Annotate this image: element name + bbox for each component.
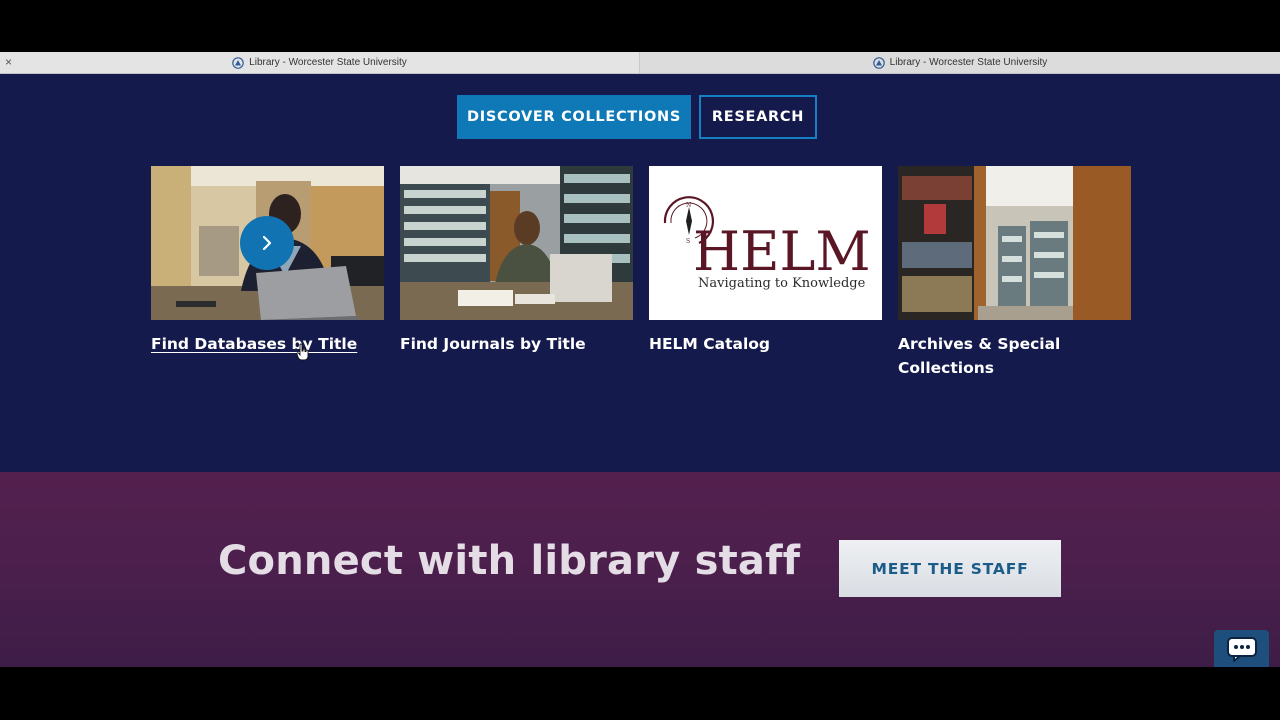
discover-collections-section: DISCOVER COLLECTIONS RESEARCH Find Datab… — [0, 74, 1280, 472]
student-with-laptop-photo[interactable] — [151, 166, 384, 320]
card-label-find-journals[interactable]: Find Journals by Title — [400, 332, 633, 356]
card-helm-catalog[interactable]: N S HELM Navigating to Knowledge HELM Ca… — [649, 166, 882, 356]
browser-tab-bar: × Library - Worcester State University L… — [0, 52, 1280, 74]
helm-logo[interactable]: N S HELM Navigating to Knowledge — [649, 166, 882, 320]
student-reading-in-stacks-photo[interactable] — [400, 166, 633, 320]
card-label-find-databases[interactable]: Find Databases by Title — [151, 332, 384, 356]
browser-tab-title: Library - Worcester State University — [889, 57, 1048, 68]
browser-tab-2[interactable]: Library - Worcester State University — [640, 52, 1280, 73]
wsu-favicon-icon — [232, 56, 244, 69]
research-button[interactable]: RESEARCH — [699, 95, 817, 139]
browser-tab-1[interactable]: × Library - Worcester State University — [0, 52, 640, 73]
chevron-right-icon[interactable] — [240, 216, 294, 270]
collection-research-toggle: DISCOVER COLLECTIONS RESEARCH — [457, 95, 817, 139]
chat-bubble-icon[interactable] — [1214, 630, 1269, 668]
video-letterbox-bottom — [0, 667, 1280, 720]
browser-tab-title: Library - Worcester State University — [249, 57, 407, 68]
discover-collections-button[interactable]: DISCOVER COLLECTIONS — [457, 95, 691, 139]
hand-cursor-icon — [296, 343, 310, 361]
connect-with-staff-section: Connect with library staff MEET THE STAF… — [0, 472, 1280, 667]
video-letterbox-top — [0, 0, 1280, 52]
svg-text:S: S — [686, 238, 690, 245]
card-find-journals[interactable]: Find Journals by Title — [400, 166, 633, 356]
helm-logo-wordmark: HELM — [693, 220, 871, 283]
card-label-helm-catalog[interactable]: HELM Catalog — [649, 332, 882, 356]
card-find-databases[interactable]: Find Databases by Title — [151, 166, 384, 356]
card-label-archives-special-collections[interactable]: Archives & Special Collections — [898, 332, 1131, 380]
wsu-favicon-icon — [872, 56, 885, 69]
meet-the-staff-button[interactable]: MEET THE STAFF — [839, 540, 1061, 597]
close-tab-icon[interactable]: × — [5, 55, 12, 69]
svg-text:N: N — [686, 202, 691, 209]
library-stacks-photo[interactable] — [898, 166, 1131, 320]
connect-heading: Connect with library staff — [218, 538, 801, 584]
card-archives-special-collections[interactable]: Archives & Special Collections — [898, 166, 1131, 380]
helm-logo-tagline: Navigating to Knowledge — [698, 276, 866, 291]
